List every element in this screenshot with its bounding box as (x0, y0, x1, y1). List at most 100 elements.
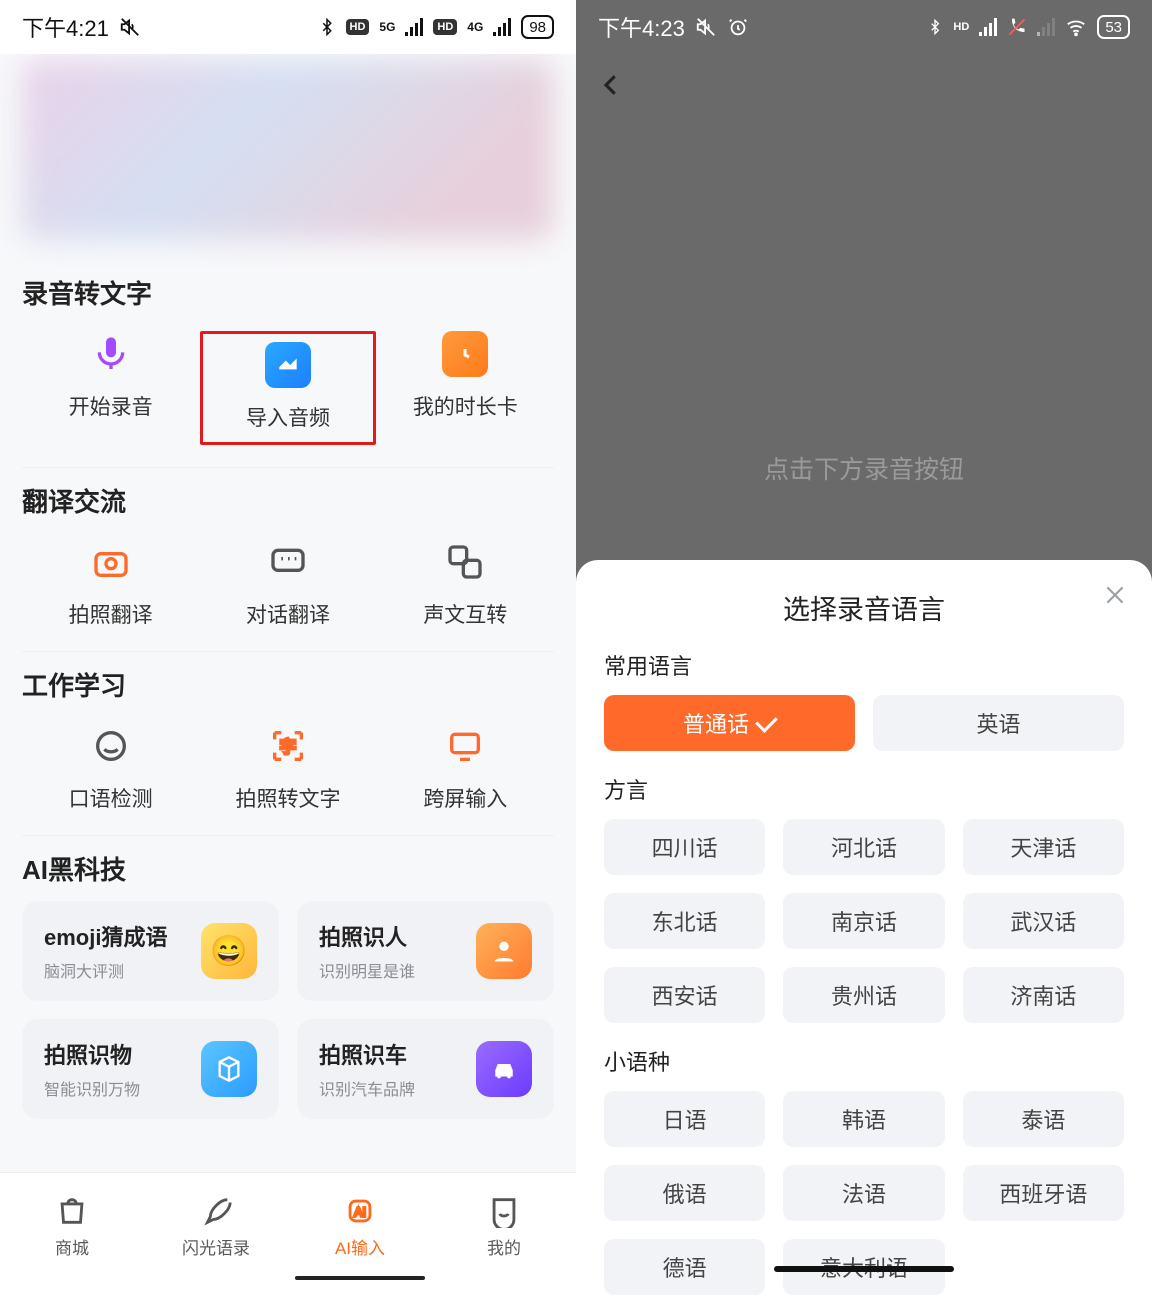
bag-icon (55, 1194, 89, 1228)
card-title: 拍照识人 (319, 920, 415, 952)
ai-icon: AI (343, 1194, 377, 1228)
status-time: 下午4:21 (22, 11, 109, 43)
tile-label: 声文互转 (423, 599, 507, 629)
ocr-icon: 字 (265, 723, 311, 769)
lang-chip[interactable]: 韩语 (783, 1091, 944, 1147)
back-button[interactable] (596, 70, 626, 100)
import-audio-button[interactable]: 导入音频 (200, 331, 376, 445)
net-4g: 4G (467, 20, 483, 34)
hd-label: HD (953, 21, 969, 33)
photo-translate-button[interactable]: 拍照翻译 (23, 539, 199, 629)
close-button[interactable] (1102, 582, 1128, 616)
lang-chip[interactable]: 日语 (604, 1091, 765, 1147)
nav-ai-input[interactable]: AI AI输入 (288, 1173, 432, 1280)
photo-identify-object-card[interactable]: 拍照识物智能识别万物 (22, 1019, 279, 1119)
alarm-icon (727, 16, 749, 38)
lang-chip-english[interactable]: 英语 (873, 695, 1124, 751)
card-sub: 脑洞大评测 (44, 958, 167, 982)
bottom-nav: 商城 闪光语录 AI AI输入 我的 (0, 1172, 576, 1280)
camera-icon (88, 539, 134, 585)
bluetooth-icon (927, 17, 943, 37)
lang-chip[interactable]: 西班牙语 (963, 1165, 1124, 1221)
card-sub: 智能识别万物 (44, 1076, 140, 1100)
chat-icon (265, 539, 311, 585)
nav-mine[interactable]: 我的 (432, 1173, 576, 1280)
smile-icon (487, 1194, 521, 1228)
speech-test-button[interactable]: 口语检测 (23, 723, 199, 813)
section-title-recording: 录音转文字 (0, 260, 576, 325)
signal-icon (405, 18, 423, 36)
cube-icon (201, 1041, 257, 1097)
home-indicator[interactable] (774, 1266, 954, 1272)
tile-label: 我的时长卡 (413, 391, 518, 421)
lang-chip[interactable]: 河北话 (783, 819, 944, 875)
photo-identify-car-card[interactable]: 拍照识车识别汽车品牌 (297, 1019, 554, 1119)
start-record-button[interactable]: 开始录音 (23, 331, 199, 445)
lang-chip[interactable]: 西安话 (604, 967, 765, 1023)
lang-chip[interactable]: 东北话 (604, 893, 765, 949)
photo-identify-person-card[interactable]: 拍照识人识别明星是谁 (297, 901, 554, 1001)
lang-chip-mandarin[interactable]: 普通话 (604, 695, 855, 751)
card-title: 拍照识车 (319, 1038, 415, 1070)
svg-text:字: 字 (280, 738, 297, 757)
tile-label: 对话翻译 (246, 599, 330, 629)
nav-quotes[interactable]: 闪光语录 (144, 1173, 288, 1280)
sheet-title: 选择录音语言 (604, 588, 1124, 627)
language-sheet: 选择录音语言 常用语言 普通话 英语 方言 四川话 河北话 天津话 东北话 南京… (576, 560, 1152, 1280)
group-common-label: 常用语言 (604, 649, 1124, 681)
lang-chip[interactable]: 天津话 (963, 819, 1124, 875)
lang-chip[interactable]: 俄语 (604, 1165, 765, 1221)
emoji-idiom-card[interactable]: emoji猜成语脑洞大评测 😄 (22, 901, 279, 1001)
no-call-icon (1007, 17, 1027, 37)
voice-text-swap-button[interactable]: 声文互转 (378, 539, 554, 629)
bluetooth-icon (318, 16, 336, 38)
lang-chip[interactable]: 武汉话 (963, 893, 1124, 949)
status-bar: 下午4:21 HD 5G HD 4G 98 (0, 0, 576, 54)
person-icon (476, 923, 532, 979)
folder-icon (265, 342, 311, 388)
battery-badge: 53 (1097, 15, 1130, 39)
lang-chip[interactable]: 法语 (783, 1165, 944, 1221)
card-sub: 识别汽车品牌 (319, 1076, 415, 1100)
phone-right: 下午4:23 HD 53 点击下方录音按钮 选择录音语言 常用语言 普通话 英语… (576, 0, 1152, 1280)
signal-icon-2 (493, 18, 511, 36)
hd-badge: HD (346, 19, 370, 35)
hd-badge-2: HD (433, 19, 457, 35)
tile-label: 拍照转文字 (235, 783, 340, 813)
photo-ocr-button[interactable]: 字 拍照转文字 (200, 723, 376, 813)
mic-icon (88, 331, 134, 377)
header-banner[interactable] (22, 60, 554, 240)
nav-label: 商城 (55, 1234, 89, 1259)
status-bar: 下午4:23 HD 53 (576, 0, 1152, 54)
mouth-icon (88, 723, 134, 769)
lang-chip[interactable]: 贵州话 (783, 967, 944, 1023)
feather-icon (199, 1194, 233, 1228)
time-card-button[interactable]: 我的时长卡 (378, 331, 554, 445)
tile-label: 开始录音 (69, 391, 153, 421)
nav-store[interactable]: 商城 (0, 1173, 144, 1280)
section-title-translate: 翻译交流 (0, 468, 576, 533)
nav-label: AI输入 (335, 1234, 385, 1259)
lang-chip[interactable]: 南京话 (783, 893, 944, 949)
signal-icon (979, 18, 997, 36)
tile-label: 跨屏输入 (423, 783, 507, 813)
swap-icon (442, 539, 488, 585)
cross-screen-button[interactable]: 跨屏输入 (378, 723, 554, 813)
card-title: emoji猜成语 (44, 920, 167, 952)
record-hint-text: 点击下方录音按钮 (576, 450, 1152, 486)
phone-left: 下午4:21 HD 5G HD 4G 98 录音转文字 开始录音 (0, 0, 576, 1280)
section-title-work: 工作学习 (0, 652, 576, 717)
nav-label: 闪光语录 (182, 1234, 250, 1259)
lang-chip[interactable]: 德语 (604, 1239, 765, 1295)
clock-icon (442, 331, 488, 377)
main-scroll[interactable]: 录音转文字 开始录音 导入音频 我的时长卡 翻译交流 (0, 54, 576, 1280)
emoji-icon: 😄 (201, 923, 257, 979)
lang-chip[interactable]: 泰语 (963, 1091, 1124, 1147)
lang-chip[interactable]: 济南话 (963, 967, 1124, 1023)
net-5g: 5G (379, 20, 395, 34)
wifi-icon (1065, 16, 1087, 38)
lang-chip[interactable]: 四川话 (604, 819, 765, 875)
card-sub: 识别明星是谁 (319, 958, 415, 982)
dialog-translate-button[interactable]: 对话翻译 (200, 539, 376, 629)
nav-label: 我的 (487, 1234, 521, 1259)
